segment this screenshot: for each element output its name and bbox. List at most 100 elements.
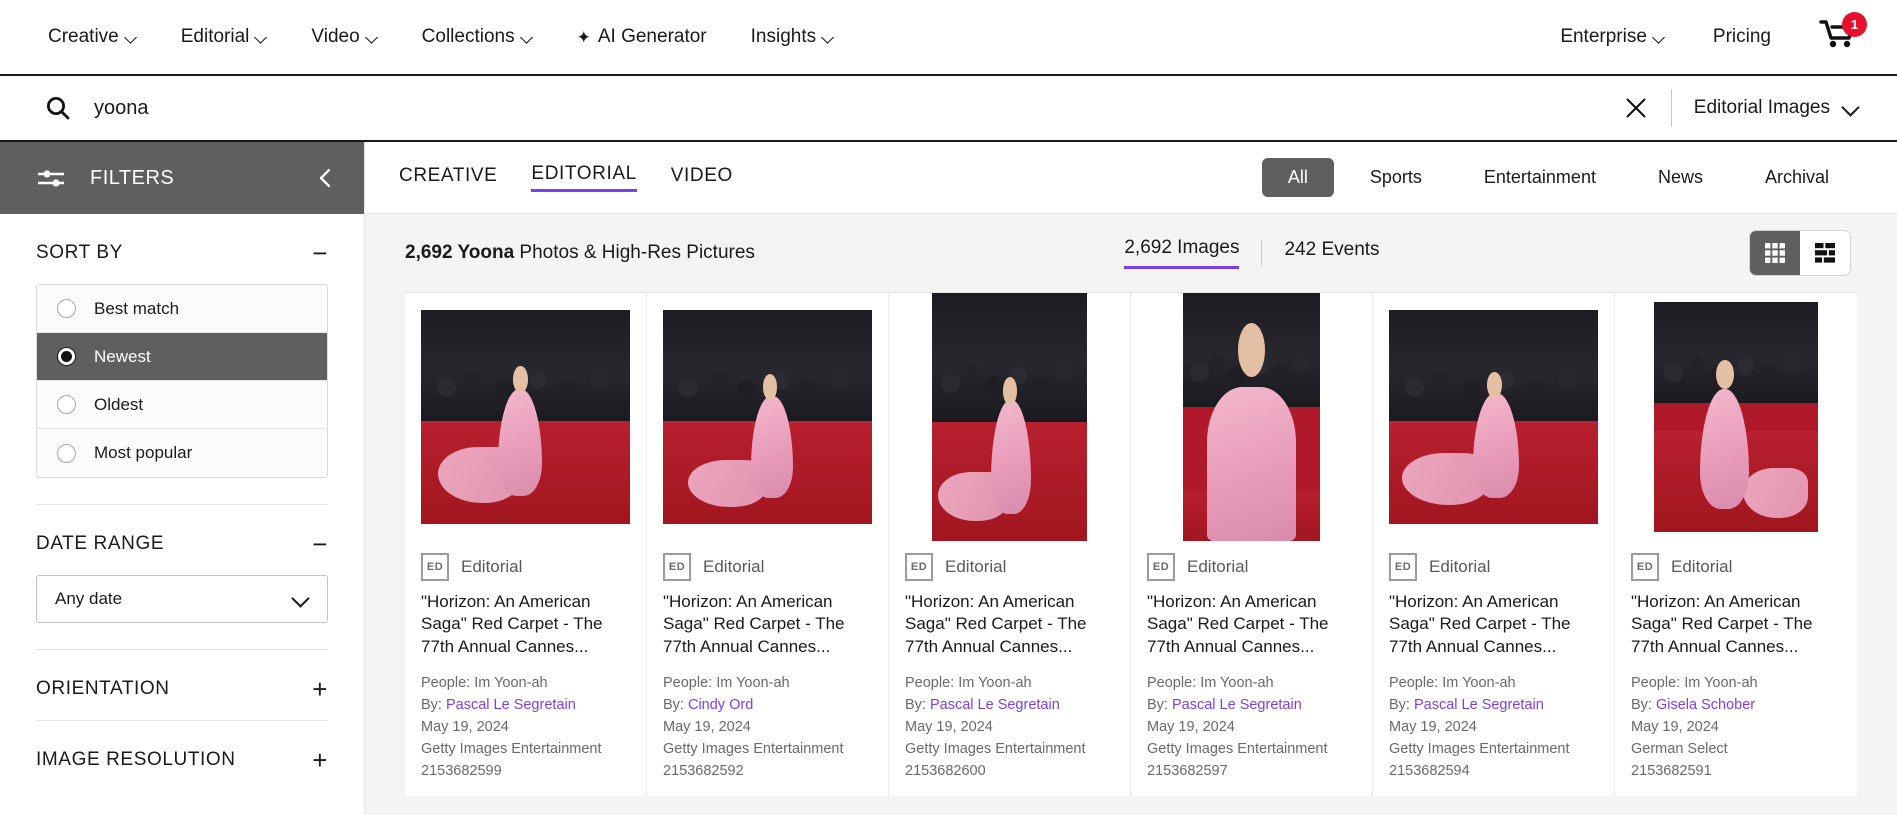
thumbnail-wrapper[interactable] bbox=[421, 293, 630, 541]
nav-label: Video bbox=[311, 26, 360, 47]
thumbnail-image[interactable] bbox=[421, 310, 630, 524]
tab-creative[interactable]: CREATIVE bbox=[399, 165, 497, 191]
thumbnail-wrapper[interactable] bbox=[905, 293, 1114, 541]
collapse-toggle-icon[interactable]: − bbox=[312, 240, 328, 266]
search-input[interactable] bbox=[82, 96, 1613, 120]
sort-option-label: Oldest bbox=[94, 394, 144, 414]
card-credit: By: Pascal Le Segretain bbox=[421, 694, 630, 716]
nav-item-creative[interactable]: Creative bbox=[48, 26, 137, 48]
filter-section-date-range: DATE RANGE − Any date bbox=[36, 505, 328, 650]
by-label: By: bbox=[421, 697, 446, 714]
nav-item-collections[interactable]: Collections bbox=[422, 26, 533, 48]
result-card[interactable]: ED Editorial "Horizon: An American Saga"… bbox=[889, 293, 1131, 797]
thumbnail-image[interactable] bbox=[932, 293, 1087, 541]
nav-label: AI Generator bbox=[597, 26, 707, 47]
tab-editorial[interactable]: EDITORIAL bbox=[531, 163, 637, 192]
image-resolution-header[interactable]: IMAGE RESOLUTION + bbox=[36, 747, 328, 791]
expand-toggle-icon[interactable]: + bbox=[312, 747, 328, 773]
nav-label: Pricing bbox=[1712, 26, 1771, 47]
filters-body: SORT BY − Best match Newest Oldest Most … bbox=[0, 214, 364, 791]
result-card[interactable]: ED Editorial "Horizon: An American Saga"… bbox=[1131, 293, 1373, 797]
nav-item-enterprise[interactable]: Enterprise bbox=[1560, 26, 1665, 48]
card-title[interactable]: "Horizon: An American Saga" Red Carpet -… bbox=[1147, 591, 1356, 658]
expand-toggle-icon[interactable]: + bbox=[312, 676, 328, 702]
tab-video[interactable]: VIDEO bbox=[671, 165, 733, 191]
grid-view-button[interactable] bbox=[1750, 231, 1800, 275]
thumbnail-wrapper[interactable] bbox=[663, 293, 872, 541]
sort-option-newest[interactable]: Newest bbox=[37, 333, 327, 381]
card-people: People: Im Yoon-ah bbox=[1147, 675, 1274, 692]
card-date: May 19, 2024 bbox=[663, 719, 751, 736]
editorial-label: Editorial bbox=[461, 557, 523, 576]
card-collection: German Select bbox=[1631, 741, 1728, 758]
media-type-dropdown[interactable]: Editorial Images bbox=[1694, 97, 1889, 119]
result-card[interactable]: ED Editorial "Horizon: An American Saga"… bbox=[405, 293, 647, 797]
card-title[interactable]: "Horizon: An American Saga" Red Carpet -… bbox=[663, 591, 872, 658]
date-range-header[interactable]: DATE RANGE − bbox=[36, 531, 328, 575]
sort-option-label: Best match bbox=[94, 298, 180, 318]
collapse-sidebar-button[interactable] bbox=[310, 163, 340, 193]
chevron-down-icon bbox=[256, 32, 267, 43]
radio-icon bbox=[57, 443, 76, 463]
tab-events[interactable]: 242 Events bbox=[1284, 239, 1379, 268]
tab-images[interactable]: 2,692 Images bbox=[1124, 237, 1240, 269]
secondary-nav-group: Enterprise Pricing 1 bbox=[1560, 12, 1867, 57]
nav-item-pricing[interactable]: Pricing bbox=[1713, 26, 1771, 48]
pill-entertainment[interactable]: Entertainment bbox=[1458, 158, 1622, 197]
result-card[interactable]: ED Editorial "Horizon: An American Saga"… bbox=[1615, 293, 1857, 796]
sort-option-label: Most popular bbox=[94, 443, 193, 462]
card-title[interactable]: "Horizon: An American Saga" Red Carpet -… bbox=[905, 591, 1114, 658]
thumbnail-wrapper[interactable] bbox=[1147, 293, 1356, 541]
chevron-down-icon bbox=[522, 32, 533, 43]
thumbnail-wrapper[interactable] bbox=[1631, 293, 1841, 541]
card-collection: Getty Images Entertainment bbox=[1389, 741, 1570, 758]
sort-option-best-match[interactable]: Best match bbox=[37, 285, 327, 333]
pill-news[interactable]: News bbox=[1632, 158, 1729, 197]
result-card[interactable]: ED Editorial "Horizon: An American Saga"… bbox=[647, 293, 889, 797]
card-asset-id: 2153682592 bbox=[663, 763, 744, 780]
by-label: By: bbox=[905, 697, 930, 714]
cart-button[interactable]: 1 bbox=[1819, 12, 1867, 57]
nav-item-editorial[interactable]: Editorial bbox=[181, 26, 268, 48]
pill-all[interactable]: All bbox=[1261, 158, 1334, 197]
nav-item-ai-generator[interactable]: ✦ AI Generator bbox=[577, 26, 707, 48]
card-date: May 19, 2024 bbox=[1147, 719, 1235, 736]
nav-item-insights[interactable]: Insights bbox=[751, 26, 834, 48]
mosaic-view-button[interactable] bbox=[1800, 231, 1850, 275]
thumbnail-image[interactable] bbox=[1389, 310, 1598, 524]
result-card[interactable]: ED Editorial "Horizon: An American Saga"… bbox=[1373, 293, 1615, 797]
photographer-link[interactable]: Pascal Le Segretain bbox=[1414, 697, 1544, 713]
sparkle-icon: ✦ bbox=[576, 27, 591, 47]
card-title[interactable]: "Horizon: An American Saga" Red Carpet -… bbox=[1631, 591, 1841, 658]
photographer-link[interactable]: Cindy Ord bbox=[688, 697, 753, 713]
thumbnail-image[interactable] bbox=[1654, 302, 1818, 532]
license-row: ED Editorial bbox=[905, 541, 1114, 591]
card-meta: People: Im Yoon-ah By: Gisela Schober Ma… bbox=[1631, 672, 1841, 782]
by-label: By: bbox=[1631, 697, 1656, 714]
sort-option-most-popular[interactable]: Most popular bbox=[37, 429, 327, 477]
photographer-link[interactable]: Gisela Schober bbox=[1656, 697, 1755, 713]
card-title[interactable]: "Horizon: An American Saga" Red Carpet -… bbox=[1389, 591, 1598, 658]
pill-archival[interactable]: Archival bbox=[1739, 158, 1855, 197]
card-title[interactable]: "Horizon: An American Saga" Red Carpet -… bbox=[421, 591, 630, 658]
license-row: ED Editorial bbox=[1147, 541, 1356, 591]
date-range-select[interactable]: Any date bbox=[36, 575, 328, 623]
nav-item-video[interactable]: Video bbox=[311, 26, 377, 48]
license-row: ED Editorial bbox=[1389, 541, 1598, 591]
photographer-link[interactable]: Pascal Le Segretain bbox=[930, 697, 1060, 713]
collapse-toggle-icon[interactable]: − bbox=[312, 531, 328, 557]
pill-sports[interactable]: Sports bbox=[1344, 158, 1448, 197]
sort-by-header[interactable]: SORT BY − bbox=[36, 240, 328, 284]
photographer-link[interactable]: Pascal Le Segretain bbox=[446, 697, 576, 713]
date-range-value: Any date bbox=[55, 589, 123, 608]
thumbnail-image[interactable] bbox=[663, 310, 872, 524]
nav-label: Insights bbox=[750, 26, 817, 47]
editorial-badge: ED bbox=[1389, 553, 1417, 581]
photographer-link[interactable]: Pascal Le Segretain bbox=[1172, 697, 1302, 713]
card-date: May 19, 2024 bbox=[421, 719, 509, 736]
clear-search-button[interactable] bbox=[1613, 85, 1659, 131]
thumbnail-image[interactable] bbox=[1182, 293, 1321, 541]
thumbnail-wrapper[interactable] bbox=[1389, 293, 1598, 541]
sort-option-oldest[interactable]: Oldest bbox=[37, 381, 327, 429]
orientation-header[interactable]: ORIENTATION + bbox=[36, 676, 328, 720]
